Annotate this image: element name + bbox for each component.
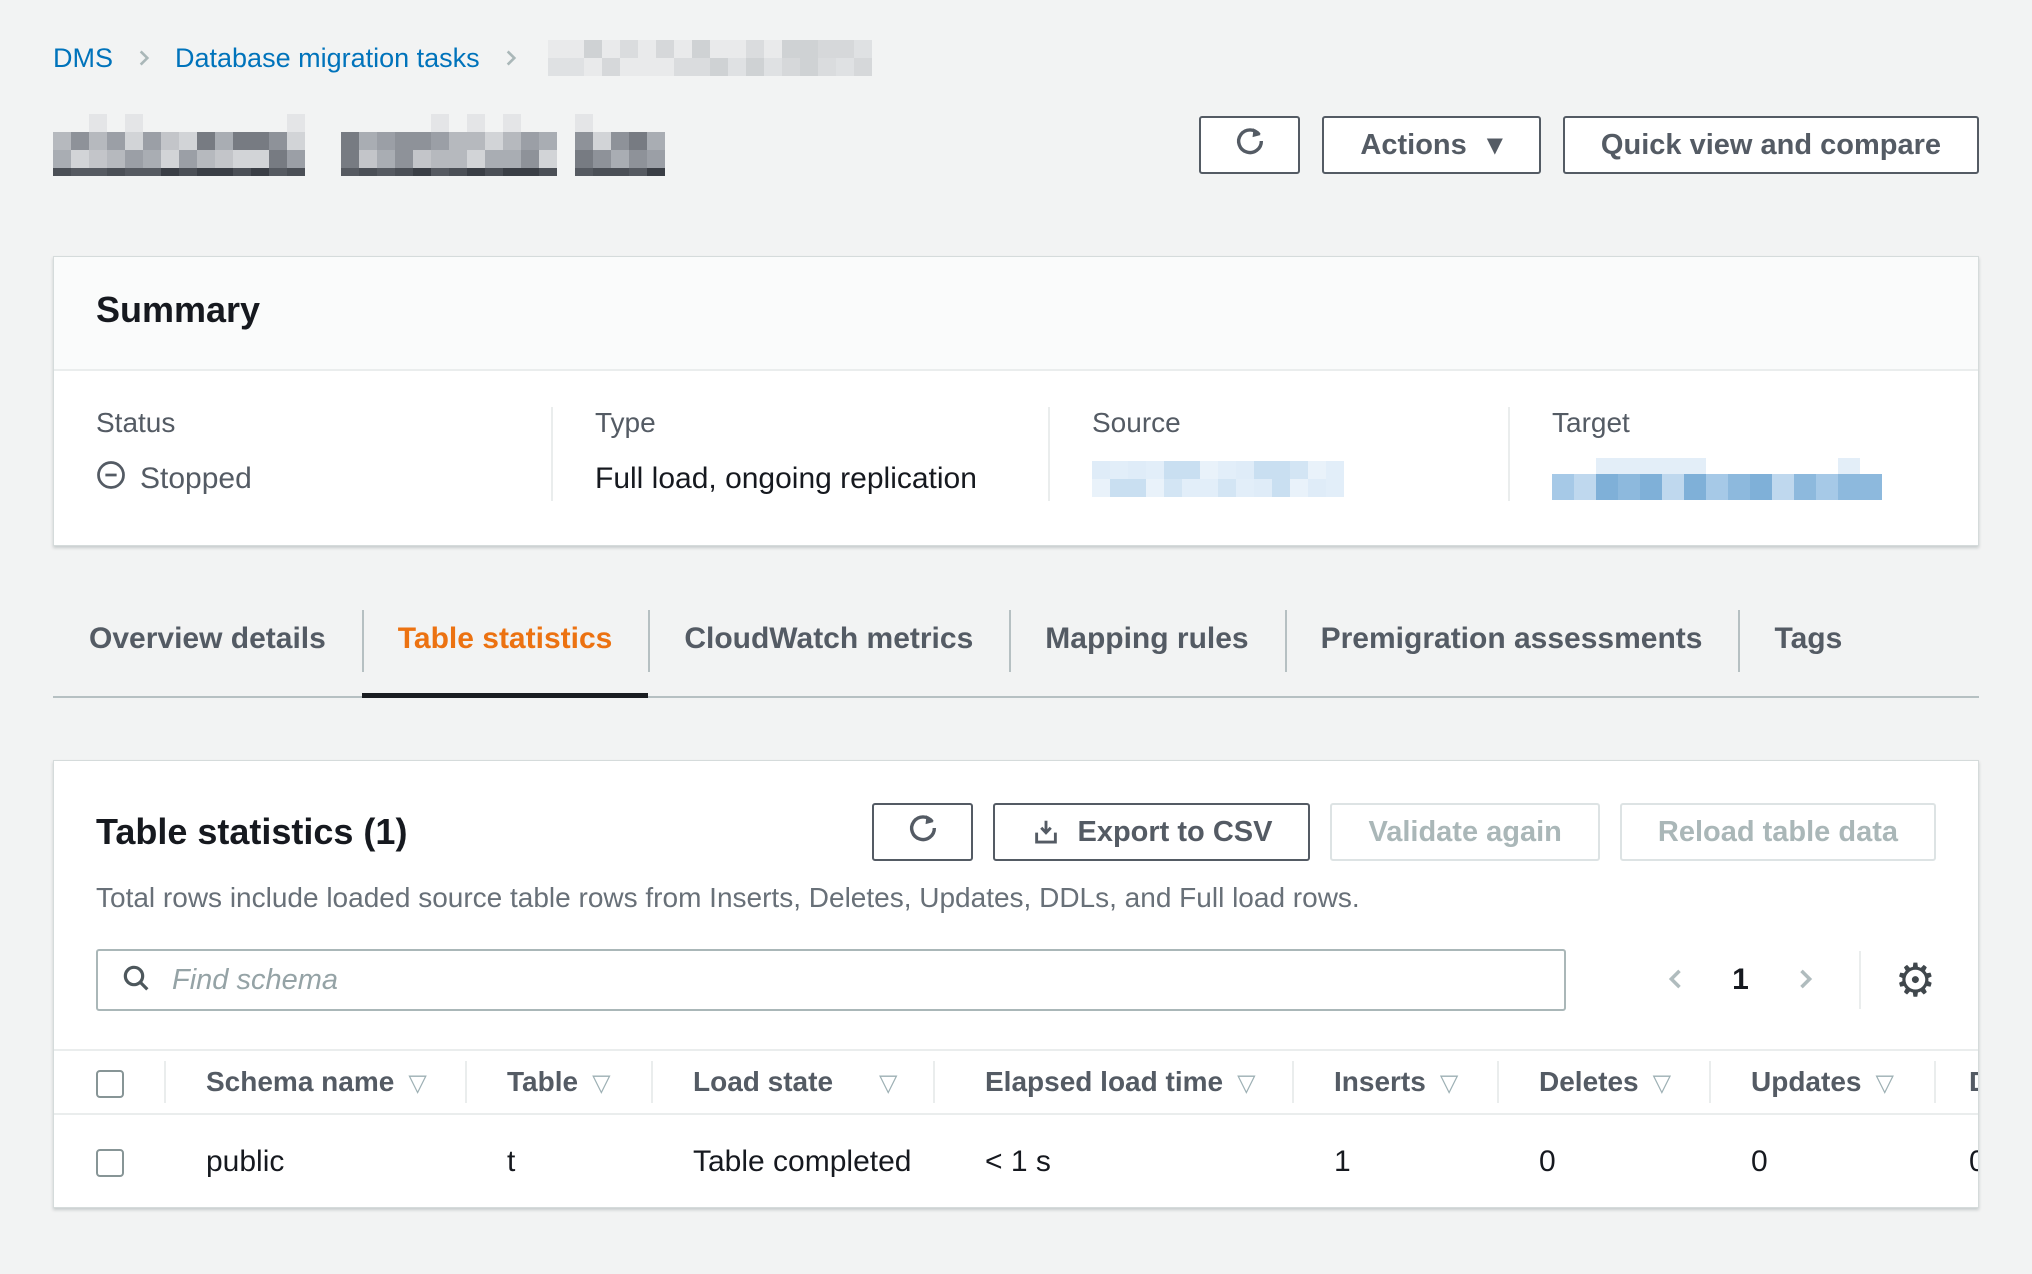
refresh-button[interactable] (1199, 116, 1300, 174)
next-page-button[interactable] (1791, 965, 1819, 996)
dms-task-page: DMS Database migration tasks Actions (0, 0, 2032, 1274)
quick-view-compare-button[interactable]: Quick view and compare (1563, 116, 1979, 174)
table-buttons: Export to CSV Validate again Reload tabl… (872, 803, 1936, 861)
select-all-checkbox[interactable] (96, 1070, 124, 1098)
toolbar-divider (1859, 951, 1861, 1009)
cell-table: t (465, 1114, 651, 1208)
column-header-updates: Updates (1751, 1066, 1861, 1097)
chevron-right-icon (500, 47, 522, 69)
breadcrumb: DMS Database migration tasks (0, 0, 2032, 76)
cell-ddls: 0 (1934, 1114, 1979, 1208)
summary-field-source: Source (1048, 407, 1508, 501)
export-csv-label: Export to CSV (1077, 816, 1272, 849)
pagination: 1 ⚙ (1662, 951, 1936, 1009)
sort-icon[interactable]: ▽ (408, 1069, 426, 1097)
reload-table-data-label: Reload table data (1658, 816, 1898, 849)
task-detail-tabs: Overview details Table statistics CloudW… (53, 606, 1979, 698)
summary-title: Summary (96, 289, 1936, 331)
tab-overview-details[interactable]: Overview details (53, 606, 362, 696)
field-label: Source (1092, 407, 1478, 439)
export-csv-button[interactable]: Export to CSV (993, 803, 1310, 861)
breadcrumb-current-redacted (548, 40, 872, 76)
table-statistics-table: Schema name ▽ Table ▽ Load state ▽ Elapsed … (54, 1049, 1978, 1208)
table-header-row: Schema name ▽ Table ▽ Load state ▽ Elapsed … (54, 1050, 1979, 1114)
breadcrumb-tasks-link[interactable]: Database migration tasks (175, 43, 480, 74)
page-title-redacted (53, 114, 665, 176)
page-header: Actions ▼ Quick view and compare (53, 114, 1979, 176)
column-header-ddls: DDLs (1969, 1066, 1979, 1097)
cell-schema-name: public (164, 1114, 465, 1208)
sort-icon[interactable]: ▽ (1237, 1069, 1255, 1097)
field-label: Target (1552, 407, 1948, 439)
summary-grid: Status Stopped Type Full load, ongoing r… (54, 371, 1978, 545)
sort-icon[interactable]: ▽ (1653, 1069, 1671, 1097)
actions-button[interactable]: Actions ▼ (1322, 116, 1541, 174)
cell-deletes: 0 (1497, 1114, 1709, 1208)
column-header-deletes: Deletes (1539, 1066, 1639, 1097)
table-statistics-panel: Table statistics (1) (53, 760, 1979, 1208)
cell-inserts: 1 (1292, 1114, 1497, 1208)
summary-field-target: Target (1508, 407, 1978, 501)
refresh-icon (906, 811, 940, 853)
cell-load-state: Table completed (651, 1114, 933, 1208)
tab-mapping-rules[interactable]: Mapping rules (1009, 606, 1284, 696)
download-icon (1031, 817, 1061, 847)
previous-page-button[interactable] (1662, 965, 1690, 996)
validate-again-label: Validate again (1368, 816, 1561, 849)
field-label: Type (595, 407, 1018, 439)
column-header-schema-name: Schema name (206, 1066, 394, 1097)
breadcrumb-dms-link[interactable]: DMS (53, 43, 113, 74)
chevron-right-icon (1791, 965, 1819, 996)
sort-icon[interactable]: ▽ (592, 1069, 610, 1097)
column-header-load-state: Load state (693, 1066, 833, 1097)
status-value: Stopped (140, 462, 252, 496)
tab-tags[interactable]: Tags (1738, 606, 1878, 696)
table-refresh-button[interactable] (872, 803, 973, 861)
chevron-left-icon (1662, 965, 1690, 996)
summary-panel: Summary Status Stopped Type Full load, o… (53, 256, 1979, 546)
search-icon (120, 962, 152, 999)
tab-premigration-assessments[interactable]: Premigration assessments (1285, 606, 1739, 696)
column-header-elapsed-load-time: Elapsed load time (985, 1066, 1223, 1097)
target-value-redacted[interactable] (1552, 458, 1882, 500)
table-toolbar: 1 ⚙ (96, 949, 1936, 1011)
table-statistics-title: Table statistics (1) (96, 811, 407, 853)
stopped-icon (96, 460, 126, 498)
cell-elapsed-load-time: < 1 s (933, 1114, 1292, 1208)
header-actions: Actions ▼ Quick view and compare (1199, 116, 1979, 174)
caret-down-icon: ▼ (1487, 135, 1503, 156)
sort-icon[interactable]: ▽ (1875, 1069, 1893, 1097)
summary-field-status: Status Stopped (54, 407, 551, 501)
validate-again-button[interactable]: Validate again (1330, 803, 1599, 861)
summary-field-type: Type Full load, ongoing replication (551, 407, 1048, 501)
refresh-icon (1233, 124, 1267, 166)
preferences-button[interactable]: ⚙ (1895, 957, 1936, 1003)
schema-search-input[interactable] (170, 963, 1554, 998)
column-header-table: Table (507, 1066, 578, 1097)
current-page-number[interactable]: 1 (1732, 963, 1749, 997)
quick-view-label: Quick view and compare (1601, 129, 1941, 162)
tab-table-statistics[interactable]: Table statistics (362, 606, 649, 696)
actions-button-label: Actions (1360, 129, 1466, 162)
schema-search-box[interactable] (96, 949, 1566, 1011)
column-header-inserts: Inserts (1334, 1066, 1426, 1097)
reload-table-data-button[interactable]: Reload table data (1620, 803, 1936, 861)
gear-icon: ⚙ (1895, 953, 1936, 1007)
row-checkbox[interactable] (96, 1149, 124, 1177)
cell-updates: 0 (1709, 1114, 1934, 1208)
summary-panel-header: Summary (54, 257, 1978, 371)
tab-cloudwatch-metrics[interactable]: CloudWatch metrics (648, 606, 1009, 696)
table-statistics-description: Total rows include loaded source table r… (96, 881, 1936, 915)
source-value-redacted[interactable] (1092, 461, 1344, 497)
table-panel-top: Table statistics (1) (54, 761, 1978, 1011)
chevron-right-icon (133, 47, 155, 69)
field-label: Status (96, 407, 521, 439)
sort-icon[interactable]: ▽ (1440, 1069, 1458, 1097)
type-value: Full load, ongoing replication (595, 457, 1018, 501)
sort-icon[interactable]: ▽ (879, 1069, 897, 1097)
table-row: public t Table completed < 1 s 1 0 0 0 (54, 1114, 1979, 1208)
